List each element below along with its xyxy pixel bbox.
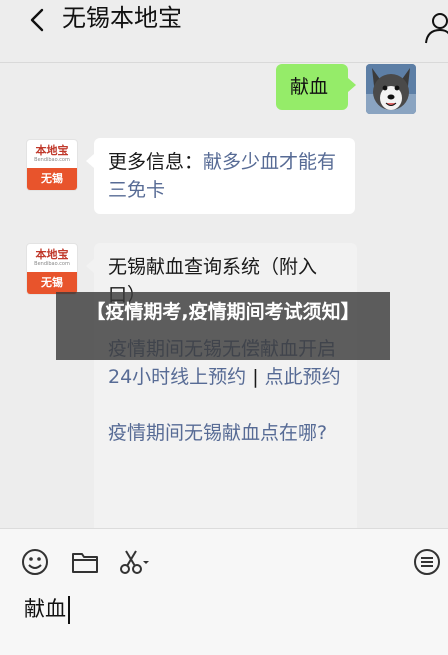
chat-history-icon[interactable] bbox=[412, 547, 442, 577]
bot-avatar[interactable]: 本地宝 Bendibao.com 无锡 bbox=[26, 243, 78, 295]
user-avatar[interactable] bbox=[366, 64, 416, 114]
link-separator: | bbox=[246, 366, 265, 388]
donation-location-link[interactable]: 疫情期间无锡献血点在哪? bbox=[108, 419, 343, 447]
back-arrow-icon[interactable] bbox=[24, 6, 52, 34]
chat-header: 无锡本地宝 bbox=[0, 0, 448, 63]
input-bar: 献血 bbox=[0, 528, 448, 655]
logo-brand-text: 本地宝 bbox=[35, 248, 69, 261]
profile-icon[interactable] bbox=[418, 12, 448, 44]
logo-city-text: 无锡 bbox=[27, 168, 77, 190]
book-here-link[interactable]: 点此预约 bbox=[265, 366, 341, 388]
message-input[interactable]: 献血 bbox=[24, 589, 70, 629]
bot-message-bubble: 无锡献血查询系统（附入口） 疫情期间无锡无偿献血开启24小时线上预约 | 点此预… bbox=[86, 243, 357, 533]
logo-brand-text: 本地宝 bbox=[35, 144, 69, 157]
bot-message-bubble: 更多信息：献多少血才能有三免卡 bbox=[86, 138, 355, 214]
user-message-row: 献血 bbox=[276, 64, 416, 114]
typed-text: 献血 bbox=[24, 597, 66, 621]
chat-title: 无锡本地宝 bbox=[62, 4, 182, 32]
text-cursor bbox=[68, 596, 70, 624]
user-message-text: 献血 bbox=[290, 76, 329, 98]
banner-text: 【疫情期考,疫情期间考试须知】 bbox=[86, 301, 360, 323]
more-info-label: 更多信息： bbox=[108, 151, 204, 173]
overlay-banner: 【疫情期考,疫情期间考试须知】 bbox=[56, 292, 390, 360]
emoji-icon[interactable] bbox=[20, 547, 50, 577]
logo-url-text: Bendibao.com bbox=[34, 261, 70, 267]
logo-city-text: 无锡 bbox=[27, 272, 77, 294]
folder-icon[interactable] bbox=[70, 547, 100, 577]
dog-avatar-icon bbox=[366, 64, 416, 114]
bot-avatar[interactable]: 本地宝 Bendibao.com 无锡 bbox=[26, 139, 78, 191]
logo-url-text: Bendibao.com bbox=[34, 157, 70, 163]
scissors-icon[interactable] bbox=[118, 547, 150, 577]
user-message-bubble[interactable]: 献血 bbox=[276, 64, 356, 110]
